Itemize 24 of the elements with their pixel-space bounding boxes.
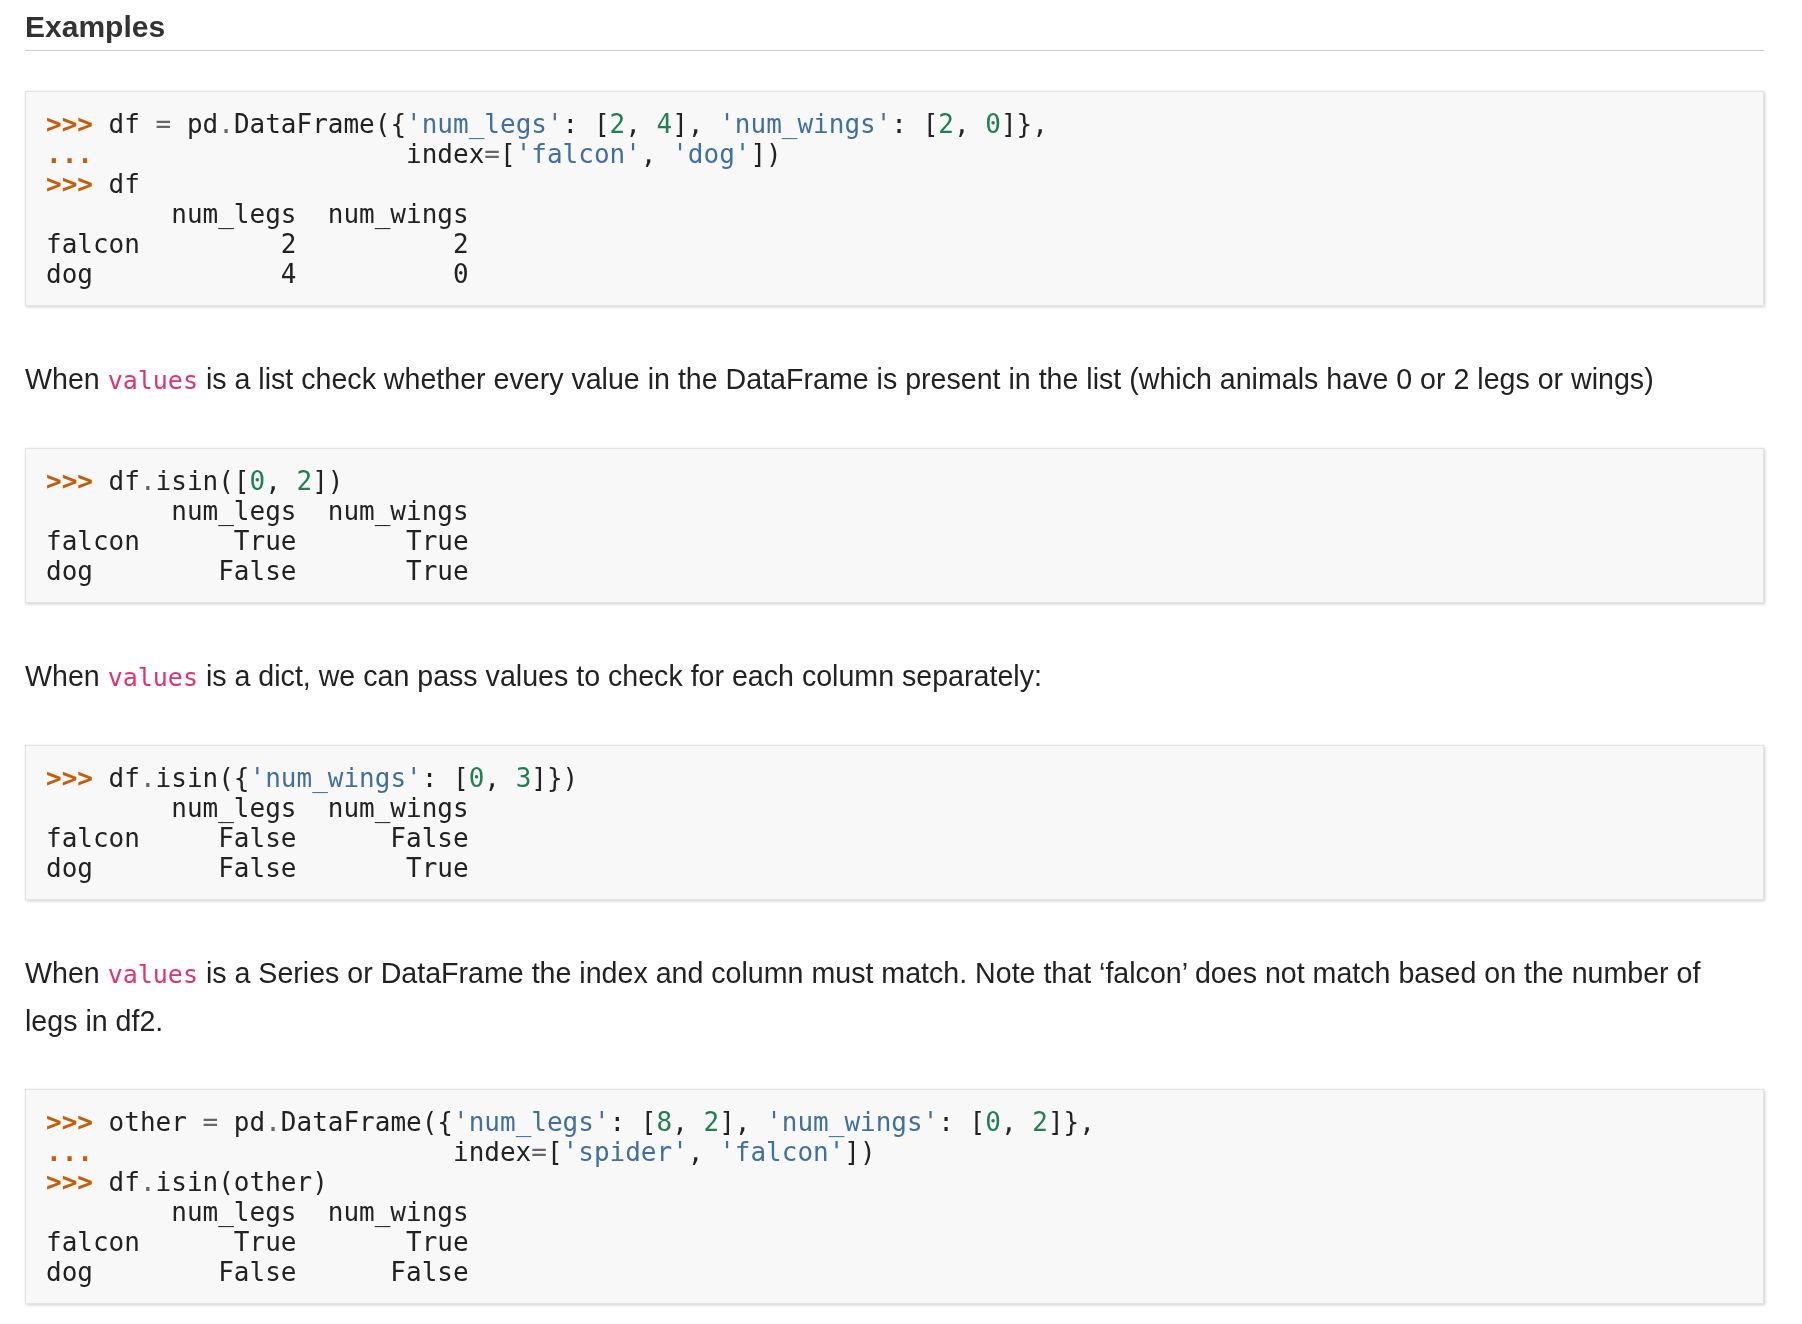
code-line: ... index=['spider', 'falcon']) — [46, 1137, 876, 1167]
paragraph: When values is a Series or DataFrame the index and column must match. Note that ‘falcon’ does not match based on the number of legs in df2. — [25, 956, 1702, 1039]
code-line: dog False False — [46, 1257, 469, 1287]
section-heading: Examples — [25, 10, 166, 44]
code-line: >>> df.isin([0, 2]) — [46, 466, 344, 496]
code-line: falcon False False — [46, 823, 469, 853]
paragraph: When values is a list check whether every value in the DataFrame is present in the list (which animals have 0 or 2 legs or wings) — [25, 362, 1655, 397]
code-line: dog False True — [46, 556, 469, 586]
code-line: num_legs num_wings — [170, 496, 469, 526]
code-line: >>> df.isin(other) — [46, 1167, 328, 1197]
code-line: dog 4 0 — [46, 259, 469, 289]
code-line: num_legs num_wings — [170, 793, 469, 823]
code-line: >>> df = pd.DataFrame({'num_legs': [2, 4], 'num_wings': [2, 0]}, — [46, 109, 1048, 139]
code-line: num_legs num_wings — [170, 199, 469, 229]
code-line: dog False True — [46, 853, 469, 883]
code-line: >>> other = pd.DataFrame({'num_legs': [8, 2], 'num_wings': [0, 2]}, — [46, 1107, 1095, 1137]
code-line: falcon 2 2 — [46, 229, 469, 259]
paragraph: When values is a dict, we can pass values to check for each column separately: — [25, 659, 1043, 694]
code-line: falcon True True — [46, 1227, 469, 1257]
code-line: >>> df — [46, 169, 140, 199]
code-line: >>> df.isin({'num_wings': [0, 3]}) — [46, 763, 579, 793]
code-line: falcon True True — [46, 526, 469, 556]
code-line: ... index=['falcon', 'dog']) — [46, 139, 782, 169]
code-line: num_legs num_wings — [170, 1197, 469, 1227]
